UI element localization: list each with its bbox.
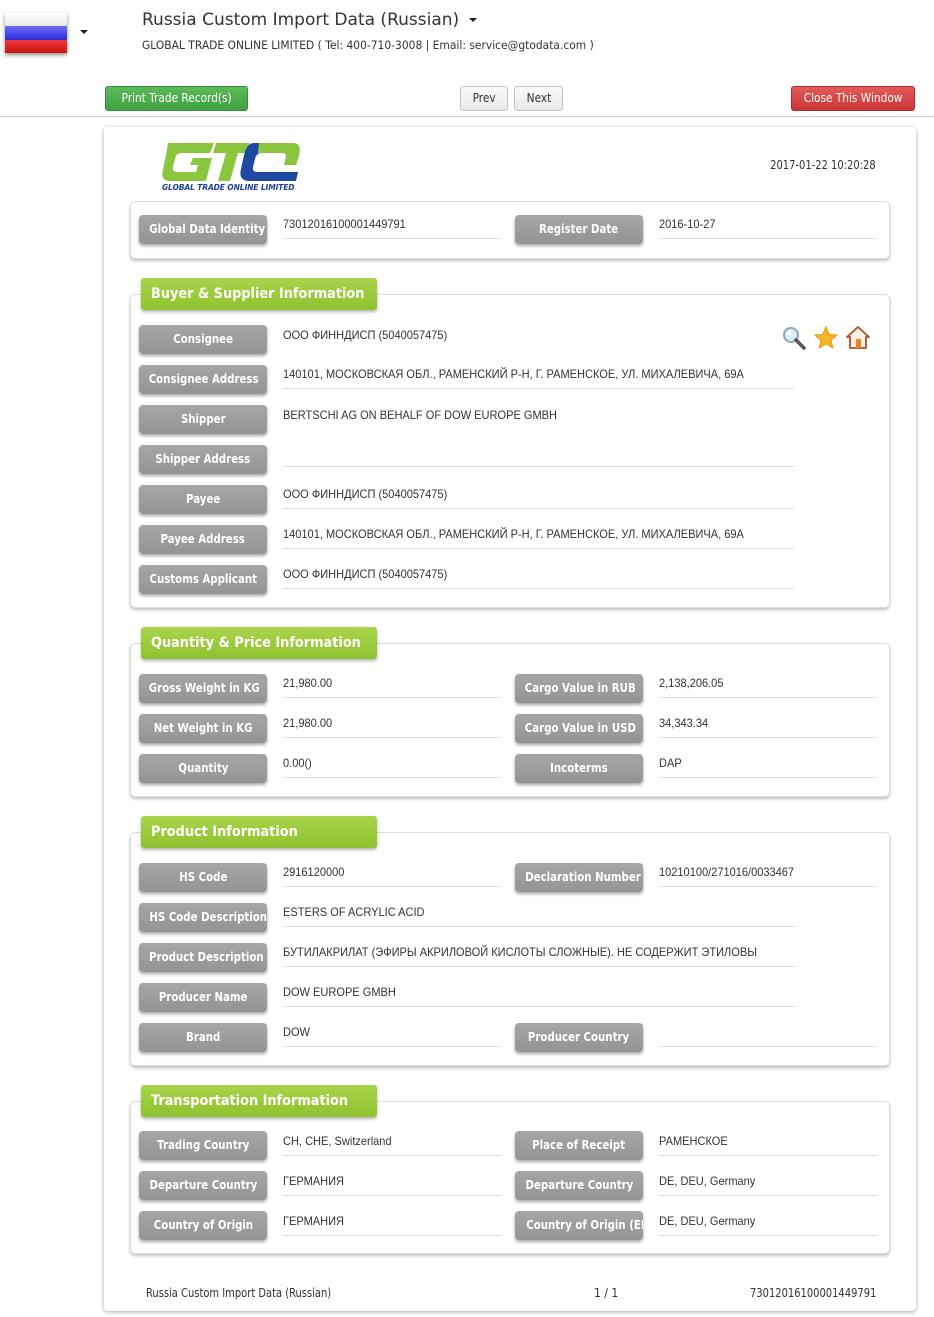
buyer-supplier-panel: Buyer & Supplier Information Consignee О… [130, 278, 890, 608]
product-description-value: БУТИЛАКРИЛАТ (ЭФИРЫ АКРИЛОВОЙ КИСЛОТЫ СЛ… [283, 941, 795, 967]
payee-value: ООО ФИННДИСП (5040057475) [283, 483, 795, 509]
print-trade-record-button[interactable]: Print Trade Record(s) [105, 86, 248, 111]
shipper-address-label: Shipper Address [139, 445, 267, 474]
flag-dropdown-caret-icon[interactable] [80, 30, 88, 34]
prev-button[interactable]: Prev [460, 86, 508, 111]
quantity-label: Quantity [139, 754, 267, 783]
shipper-address-value [283, 441, 795, 467]
russia-flag-icon[interactable] [5, 13, 67, 53]
brand-value: DOW [283, 1021, 501, 1047]
customs-applicant-value: ООО ФИННДИСП (5040057475) [283, 563, 795, 589]
prev-button-label: Prev [472, 91, 496, 105]
consignee-value: ООО ФИННДИСП (5040057475) [283, 328, 448, 342]
toolbar: Print Trade Record(s) Prev Next Close Th… [0, 78, 934, 117]
customs-applicant-label: Customs Applicant [139, 565, 267, 594]
logo-company-name: GLOBAL TRADE ONLINE LIMITED [162, 183, 295, 192]
trade-record-card: GLOBAL TRADE ONLINE LIMITED 2017-01-22 1… [104, 127, 916, 1311]
payee-address-label: Payee Address [139, 525, 267, 554]
gross-weight-label: Gross Weight in KG [139, 674, 267, 703]
company-contact-info: GLOBAL TRADE ONLINE LIMITED ( Tel: 400-7… [142, 38, 594, 52]
net-weight-value: 21,980.00 [283, 712, 501, 738]
quantity-value: 0.00() [283, 752, 501, 778]
country-of-origin-en-label: Country of Origin (EN) [515, 1211, 643, 1240]
consignee-address-label: Consignee Address [139, 365, 267, 394]
footer-source: Russia Custom Import Data (Russian) [146, 1286, 332, 1300]
register-date-value: 2016-10-27 [659, 213, 877, 239]
cargo-value-rub-value: 2,138,206.05 [659, 672, 877, 698]
place-of-receipt-value: РАМЕНСКОЕ [659, 1130, 877, 1156]
hs-code-description-label: HS Code Description [139, 903, 267, 932]
producer-name-value: DOW EUROPE GMBH [283, 981, 795, 1007]
departure-country-en-value: DE, DEU, Germany [659, 1170, 877, 1196]
global-data-identity-label: Global Data Identity [139, 215, 267, 244]
home-icon[interactable] [845, 325, 871, 351]
print-button-label: Print Trade Record(s) [121, 91, 232, 105]
hs-code-label: HS Code [139, 863, 267, 892]
departure-country-en-label: Departure Country [515, 1171, 643, 1200]
country-of-origin-value: ГЕРМАНИЯ [283, 1210, 501, 1236]
country-of-origin-en-value: DE, DEU, Germany [659, 1210, 877, 1236]
buyer-supplier-section-title: Buyer & Supplier Information [141, 278, 377, 310]
close-button-label: Close This Window [803, 91, 903, 105]
page-title-text: Russia Custom Import Data (Russian) [142, 10, 460, 30]
consignee-label: Consignee [139, 325, 267, 354]
payee-address-value: 140101, МОСКОВСКАЯ ОБЛ., РАМЕНСКИЙ Р-Н, … [283, 523, 795, 549]
close-window-button[interactable]: Close This Window [791, 86, 915, 111]
shipper-value: BERTSCHI AG ON BEHALF OF DOW EUROPE GMBH [283, 408, 558, 422]
register-date-label: Register Date [515, 215, 643, 244]
trading-country-label: Trading Country [139, 1131, 267, 1160]
hs-code-description-value: ESTERS OF ACRYLIC ACID [283, 901, 795, 927]
next-button[interactable]: Next [514, 86, 563, 111]
payee-label: Payee [139, 485, 267, 514]
brand-label: Brand [139, 1023, 267, 1052]
gto-logo-icon [162, 143, 300, 181]
declaration-number-value: 10210100/271016/0033467 [659, 861, 877, 887]
quantity-price-section-title: Quantity & Price Information [141, 627, 377, 659]
place-of-receipt-label: Place of Receipt [515, 1131, 643, 1160]
transportation-panel: Transportation Information Trading Count… [130, 1085, 890, 1254]
country-of-origin-label: Country of Origin [139, 1211, 267, 1240]
departure-country-label: Departure Country [139, 1171, 267, 1200]
hs-code-value: 2916120000 [283, 861, 501, 887]
footer-page-indicator: 1 / 1 [594, 1286, 619, 1300]
declaration-number-label: Declaration Number [515, 863, 643, 892]
incoterms-value: DAP [659, 752, 877, 778]
shipper-label: Shipper [139, 405, 267, 434]
page-header: Russia Custom Import Data (Russian) GLOB… [0, 0, 934, 72]
title-dropdown-caret-icon[interactable] [469, 18, 478, 22]
footer-identity: 73012016100001449791 [749, 1286, 876, 1300]
global-data-identity-value: 73012016100001449791 [283, 213, 501, 239]
record-timestamp: 2017-01-22 10:20:28 [770, 158, 876, 172]
product-section-title: Product Information [141, 816, 377, 848]
net-weight-label: Net Weight in KG [139, 714, 267, 743]
product-description-label: Product Description [139, 943, 267, 972]
cargo-value-rub-label: Cargo Value in RUB [515, 674, 643, 703]
consignee-address-value: 140101, МОСКОВСКАЯ ОБЛ., РАМЕНСКИЙ Р-Н, … [283, 363, 795, 389]
consignee-action-icons [781, 325, 876, 351]
next-button-label: Next [526, 91, 551, 105]
trading-country-value: CH, CHE, Switzerland [283, 1130, 501, 1156]
producer-country-value [659, 1021, 877, 1047]
star-icon[interactable] [813, 325, 839, 351]
page-title[interactable]: Russia Custom Import Data (Russian) [142, 10, 478, 30]
producer-country-label: Producer Country [515, 1023, 643, 1052]
identity-panel: Global Data Identity 7301201610000144979… [130, 201, 890, 259]
gross-weight-value: 21,980.00 [283, 672, 501, 698]
transportation-section-title: Transportation Information [141, 1085, 377, 1117]
gto-logo: GLOBAL TRADE ONLINE LIMITED [162, 139, 302, 195]
search-icon[interactable] [781, 325, 807, 351]
cargo-value-usd-label: Cargo Value in USD [515, 714, 643, 743]
quantity-price-panel: Quantity & Price Information Gross Weigh… [130, 627, 890, 797]
product-panel: Product Information HS Code 2916120000 D… [130, 816, 890, 1066]
departure-country-value: ГЕРМАНИЯ [283, 1170, 501, 1196]
cargo-value-usd-value: 34,343.34 [659, 712, 877, 738]
producer-name-label: Producer Name [139, 983, 267, 1012]
incoterms-label: Incoterms [515, 754, 643, 783]
